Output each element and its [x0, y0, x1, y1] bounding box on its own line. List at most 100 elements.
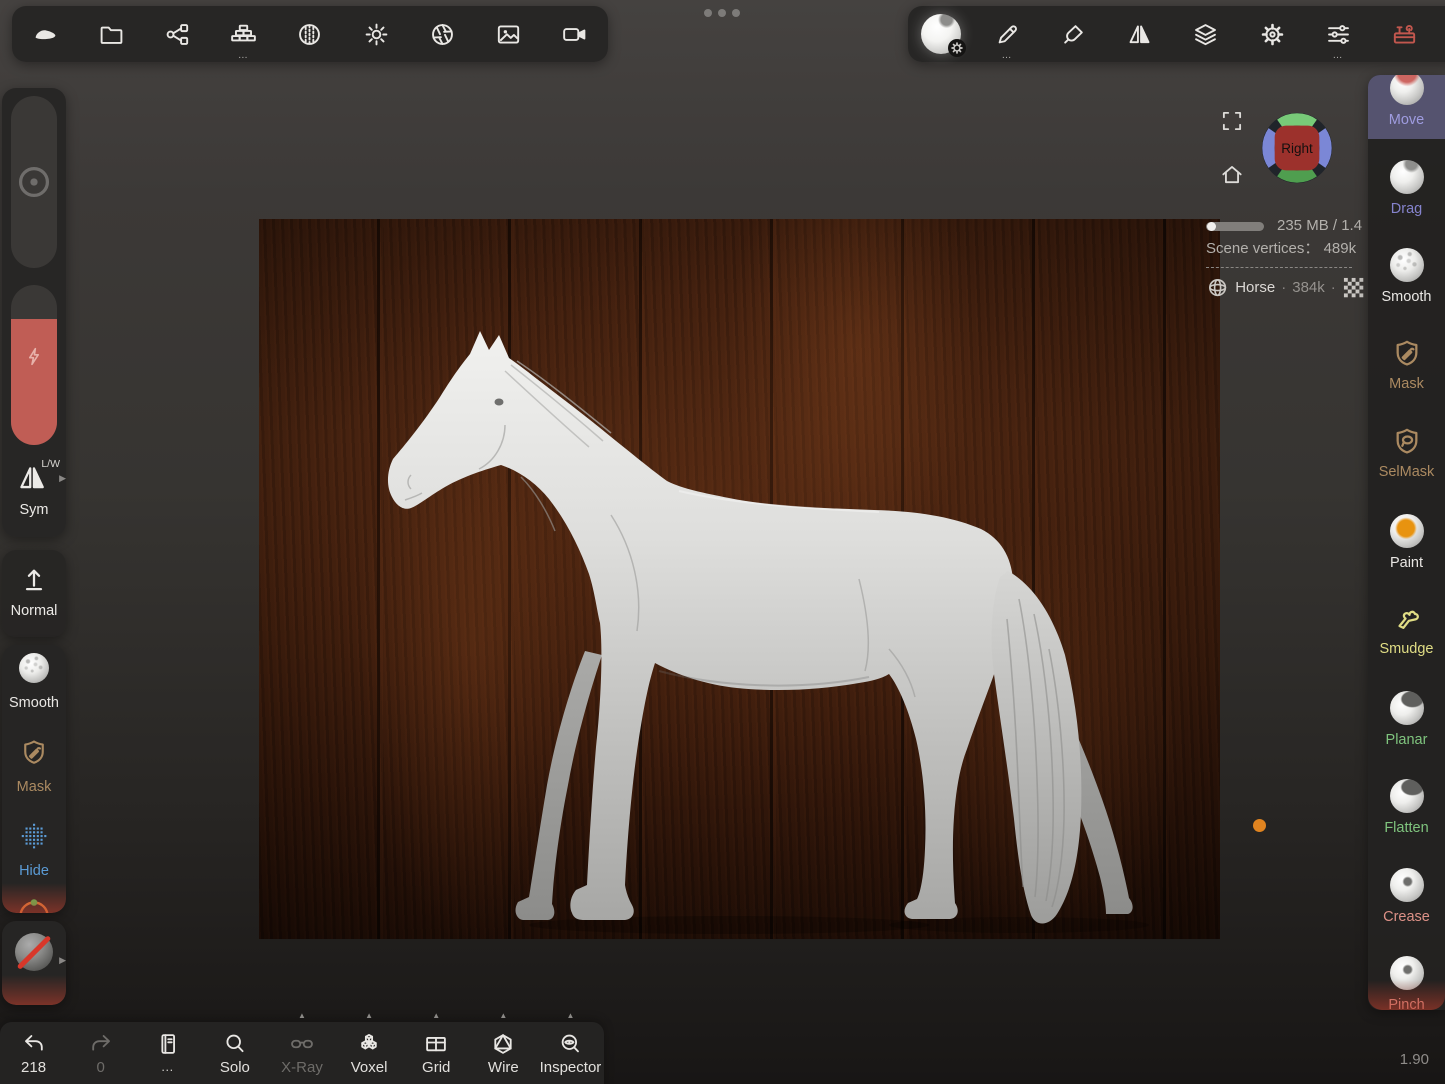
bottom-label: Grid — [422, 1060, 450, 1076]
bottom-label: Wire — [488, 1060, 519, 1076]
top_right_toolbar-stroke-pen-button[interactable]: … — [974, 6, 1040, 62]
top_right_toolbar-settings-gear-button[interactable] — [1239, 6, 1305, 62]
shield-brush-icon — [1391, 337, 1423, 369]
top_right_toolbar-toolbox-button[interactable] — [1371, 6, 1437, 62]
tool-move[interactable]: Move — [1368, 75, 1445, 156]
top_left_toolbar-files-folder-button[interactable] — [78, 6, 144, 62]
shield-lasso-icon — [1391, 425, 1423, 457]
postprocess-aperture-icon — [429, 21, 456, 48]
top_left_toolbar-app-logo-button[interactable] — [12, 6, 78, 62]
toolbox-icon — [1391, 21, 1418, 48]
intensity-slider[interactable] — [11, 285, 57, 445]
tool-mask[interactable]: Mask — [1368, 333, 1445, 422]
tool-label: Planar — [1368, 732, 1445, 748]
stroke-mode-panel[interactable]: Normal — [2, 550, 66, 637]
toggle-x-ray[interactable]: ▲X-Ray — [268, 1022, 335, 1084]
grid-plane-icon — [423, 1031, 449, 1057]
top_left_toolbar-camera-video-button[interactable] — [542, 6, 608, 62]
home-house-icon — [1219, 162, 1245, 188]
undo-button[interactable]: 218 — [0, 1022, 67, 1084]
tool-smooth[interactable]: Smooth — [1368, 244, 1445, 333]
bottom-label: X-Ray — [281, 1060, 323, 1076]
toggle-inspector[interactable]: ▲Inspector — [537, 1022, 604, 1084]
top-right-toolbar: …… — [908, 6, 1445, 62]
tool-planar[interactable]: Planar — [1368, 687, 1445, 776]
system-handle-dots[interactable] — [704, 9, 740, 17]
gizmo-tool-icon[interactable] — [16, 895, 52, 913]
active-brush-matcap-icon — [920, 13, 962, 55]
home-view-button[interactable] — [1219, 162, 1245, 188]
symmetry-label: Sym — [2, 502, 66, 518]
undo-arrow-icon — [21, 1031, 47, 1057]
disabled-slash-icon — [17, 936, 52, 971]
toggle-wire[interactable]: ▲Wire — [470, 1022, 537, 1084]
tool-label: Crease — [1368, 909, 1445, 925]
top_right_toolbar-painting-brush-button[interactable] — [1040, 6, 1106, 62]
alpha-texture-panel[interactable]: ▶ — [2, 921, 66, 1005]
sculpt-viewport[interactable] — [259, 219, 1220, 939]
top_left_toolbar-topology-blocks-button[interactable]: … — [211, 6, 277, 62]
quick-tool-hide[interactable]: Hide — [2, 813, 66, 897]
app-version: 1.90 — [1400, 1051, 1429, 1068]
radius-slider[interactable] — [11, 96, 57, 268]
more-options-dots: … — [211, 51, 277, 61]
redo-button[interactable]: 0 — [67, 1022, 134, 1084]
bottom-label: 218 — [21, 1060, 46, 1076]
tool-label: Paint — [1368, 555, 1445, 571]
top_left_toolbar-postprocess-aperture-button[interactable] — [409, 6, 475, 62]
tool-pinch[interactable]: Pinch — [1368, 952, 1445, 1010]
quick-tool-mask[interactable]: Mask — [2, 729, 66, 813]
scene-vertices-value: 489k — [1324, 240, 1357, 257]
tool-crease[interactable]: Crease — [1368, 864, 1445, 953]
top-left-toolbar: … — [12, 6, 608, 62]
more-options-dots: … — [1305, 51, 1371, 61]
fullscreen-button[interactable] — [1219, 108, 1245, 134]
intensity-slider-fill — [11, 319, 57, 445]
caret-up-icon: ▲ — [268, 1011, 335, 1020]
object-row[interactable]: Horse · 384k · — [1206, 276, 1365, 299]
tool-flatten[interactable]: Flatten — [1368, 775, 1445, 864]
xray-glasses-icon — [289, 1031, 315, 1057]
tool-drag[interactable]: Drag — [1368, 156, 1445, 245]
material-sphere-icon — [296, 21, 323, 48]
toggle-grid[interactable]: ▲Grid — [403, 1022, 470, 1084]
top_right_toolbar-interface-sliders-button[interactable]: … — [1305, 6, 1371, 62]
camera-video-icon — [561, 21, 588, 48]
top_right_toolbar-active-brush-matcap-button[interactable] — [908, 6, 974, 62]
tool-selmask[interactable]: SelMask — [1368, 421, 1445, 510]
history-notebook-icon — [155, 1031, 181, 1057]
orientation-gizmo[interactable]: Right — [1259, 110, 1335, 186]
tool-label: Drag — [1368, 201, 1445, 217]
object-name: Horse — [1235, 279, 1275, 297]
sphere-drag-icon — [1390, 160, 1424, 194]
top_right_toolbar-layers-stack-button[interactable] — [1173, 6, 1239, 62]
shield-brush-icon — [19, 737, 49, 767]
toggle-solo[interactable]: Solo — [201, 1022, 268, 1084]
divider-dashed — [1206, 267, 1352, 268]
tool-paint[interactable]: Paint — [1368, 510, 1445, 599]
history-button[interactable]: … — [134, 1022, 201, 1084]
top_right_toolbar-symmetry-mirror-button[interactable] — [1107, 6, 1173, 62]
tool-label: Pinch — [1368, 997, 1445, 1010]
top_left_toolbar-scene-graph-button[interactable] — [144, 6, 210, 62]
sculpt-tools-panel: Move Drag SmoothMaskSelMask Paint Smudge Plan… — [1368, 75, 1445, 1010]
expand-caret-icon: ▶ — [59, 955, 66, 966]
sphere-move-icon — [1390, 75, 1424, 105]
tool-label: Flatten — [1368, 820, 1445, 836]
top_left_toolbar-lighting-sun-button[interactable] — [343, 6, 409, 62]
sphere-rough-icon — [1390, 248, 1424, 282]
toggle-voxel[interactable]: ▲Voxel — [336, 1022, 403, 1084]
quick-tool-smooth[interactable]: Smooth — [2, 645, 66, 729]
scene-vertices-label: Scene vertices： — [1206, 240, 1319, 257]
bottom-label: Solo — [220, 1060, 250, 1076]
tool-smudge[interactable]: Smudge — [1368, 598, 1445, 687]
alpha-disabled-sphere-icon — [15, 933, 53, 971]
symmetry-toggle[interactable]: L/W ▶ Sym — [2, 458, 66, 534]
painting-brush-icon — [1060, 21, 1087, 48]
top_left_toolbar-background-image-button[interactable] — [475, 6, 541, 62]
bottom-label: 0 — [96, 1060, 104, 1076]
memory-progress-bar — [1206, 222, 1264, 231]
bottom-label: Voxel — [351, 1060, 388, 1076]
top_left_toolbar-material-sphere-button[interactable] — [277, 6, 343, 62]
layers-stack-icon — [1192, 21, 1219, 48]
